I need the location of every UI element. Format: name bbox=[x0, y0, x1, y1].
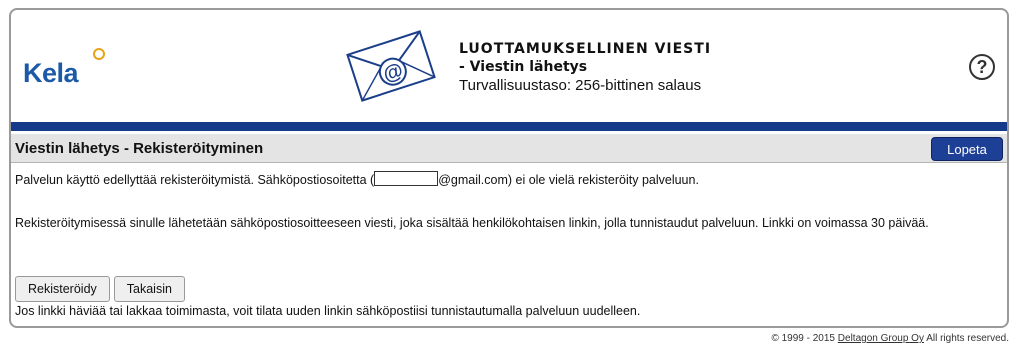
main-panel: Kela @ LUOTTAMUKSELLINEN VIESTI - Viesti… bbox=[9, 8, 1009, 328]
header-divider bbox=[11, 122, 1007, 131]
email-redacted-field bbox=[374, 171, 439, 186]
copyright: © 1999 - 2015 bbox=[771, 333, 835, 344]
section-title-bar: Viestin lähetys - Rekisteröityminen Lope… bbox=[11, 134, 1007, 163]
notice-prefix: Palvelun käyttö edellyttää rekisteröitym… bbox=[15, 173, 375, 187]
registration-notice: Palvelun käyttö edellyttää rekisteröitym… bbox=[15, 171, 699, 187]
help-icon[interactable]: ? bbox=[969, 54, 995, 80]
registration-info: Rekisteröitymisessä sinulle lähetetään s… bbox=[15, 216, 929, 230]
security-level: Turvallisuustaso: 256-bittinen salaus bbox=[459, 77, 702, 94]
kela-logo: Kela bbox=[23, 58, 79, 89]
header-titles: LUOTTAMUKSELLINEN VIESTI - Viestin lähet… bbox=[459, 40, 711, 96]
header-subtitle: - Viestin lähetys bbox=[459, 59, 588, 75]
notice-suffix: @gmail.com) ei ole vielä rekisteröity pa… bbox=[438, 173, 699, 187]
action-buttons: Rekisteröidy Takaisin bbox=[15, 276, 185, 302]
logo-accent-icon bbox=[93, 48, 105, 60]
register-button[interactable]: Rekisteröidy bbox=[15, 276, 110, 302]
header: Kela @ LUOTTAMUKSELLINEN VIESTI - Viesti… bbox=[11, 10, 1007, 122]
envelope-at-icon: @ bbox=[346, 30, 436, 102]
rights-text: All rights reserved. bbox=[926, 333, 1009, 344]
header-title: LUOTTAMUKSELLINEN VIESTI bbox=[459, 41, 712, 57]
logo-text: Kela bbox=[23, 58, 79, 88]
back-button[interactable]: Takaisin bbox=[113, 276, 185, 302]
page-title: Viestin lähetys - Rekisteröityminen bbox=[15, 140, 264, 157]
footer: © 1999 - 2015 Deltagon Group Oy All righ… bbox=[771, 333, 1009, 344]
company-link[interactable]: Deltagon Group Oy bbox=[838, 333, 924, 344]
link-help-text: Jos linkki häviää tai lakkaa toimimasta,… bbox=[15, 304, 641, 318]
logout-button[interactable]: Lopeta bbox=[931, 137, 1003, 161]
